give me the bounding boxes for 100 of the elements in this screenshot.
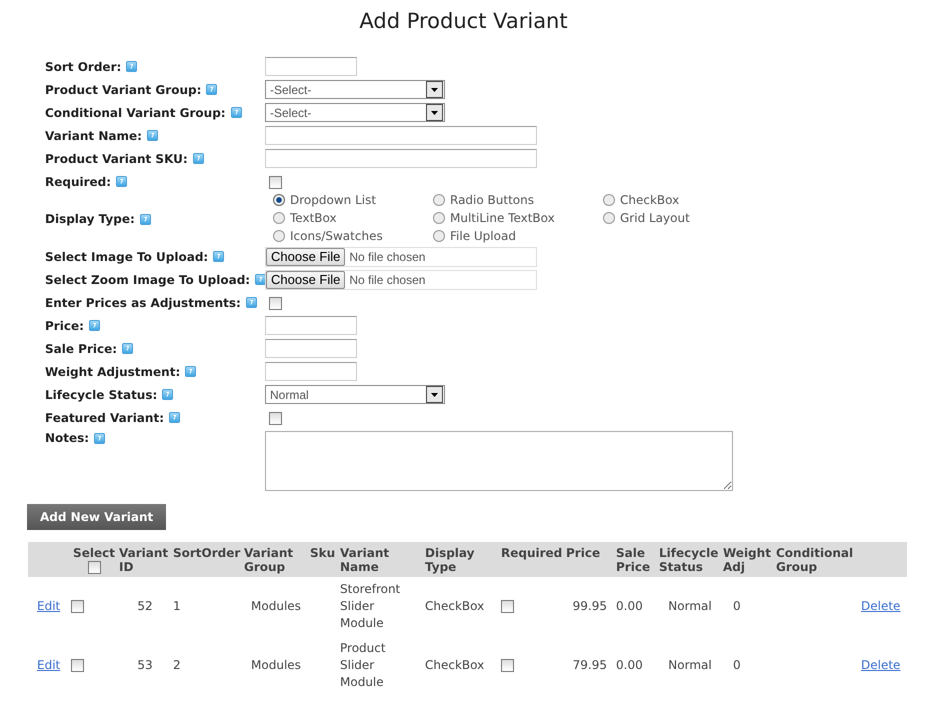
field-label: Notes: (45, 431, 90, 445)
field-label: Product Variant SKU: (45, 152, 188, 166)
radio-label[interactable]: Radio Buttons (450, 193, 534, 207)
help-icon[interactable] (213, 251, 224, 262)
help-icon[interactable] (246, 297, 257, 308)
radio-button[interactable] (433, 212, 445, 224)
help-icon[interactable] (94, 432, 106, 444)
radio-label[interactable]: TextBox (290, 211, 337, 225)
table-cell: Modules (251, 599, 301, 614)
choose-file-button[interactable]: Choose File (266, 248, 346, 266)
column-header: Variant Name (340, 546, 390, 574)
delete-link[interactable]: Delete (853, 599, 900, 614)
field-label: Lifecycle Status: (45, 388, 158, 402)
field-label: Conditional Variant Group: (45, 106, 226, 120)
help-icon[interactable] (122, 343, 134, 354)
column-header: Sku (310, 546, 336, 560)
help-icon[interactable] (206, 84, 218, 95)
notes-field[interactable] (265, 431, 733, 491)
input-field[interactable] (265, 126, 537, 145)
caret-icon (431, 110, 438, 114)
table-cell-text: 0 (732, 658, 741, 672)
table-cell: CheckBox (425, 599, 484, 614)
radio-label[interactable]: Dropdown List (290, 193, 376, 207)
radio-button[interactable] (603, 212, 615, 224)
table-cell: Modules (251, 658, 301, 672)
radio-button[interactable] (273, 212, 285, 224)
field-label: Select Zoom Image To Upload: (45, 272, 250, 286)
radio-button[interactable] (433, 230, 445, 242)
edit-link[interactable]: Edit (29, 599, 60, 614)
radio-label[interactable]: File Upload (450, 229, 516, 243)
column-header: Display Type (425, 546, 474, 574)
field-label: Featured Variant: (45, 410, 164, 424)
table-cell-text: Storefront Slider Module (340, 581, 402, 632)
help-icon[interactable] (140, 214, 151, 224)
help-icon[interactable] (146, 130, 158, 141)
field-label: Select Image To Upload: (45, 250, 208, 264)
radio-button[interactable] (273, 194, 285, 206)
dropdown[interactable]: -Select- (265, 103, 445, 122)
column-header: Select (73, 546, 115, 560)
dropdown[interactable]: Normal (265, 385, 445, 404)
input-field[interactable] (265, 57, 357, 76)
checkbox[interactable] (269, 297, 282, 310)
caret-icon (431, 88, 438, 92)
radio-label[interactable]: CheckBox (620, 193, 680, 207)
table-cell: 0.00 (616, 599, 643, 614)
input-field[interactable] (265, 316, 357, 335)
input-field[interactable] (265, 339, 357, 358)
column-header: Lifecycle Status (659, 546, 718, 574)
help-icon[interactable] (230, 107, 242, 118)
checkbox[interactable] (269, 176, 282, 189)
help-icon[interactable] (192, 153, 204, 164)
add-variant-button[interactable]: Add New Variant (27, 504, 166, 530)
field-label: Required: (45, 174, 112, 188)
row-checkbox[interactable] (71, 659, 84, 672)
checkbox[interactable] (269, 412, 282, 425)
field-label: Weight Adjustment: (45, 364, 180, 378)
radio-button[interactable] (273, 230, 285, 242)
help-icon[interactable] (255, 274, 266, 285)
help-icon[interactable] (88, 320, 100, 331)
field-label: Price: (45, 318, 84, 332)
field-label: Display Type: (45, 212, 135, 226)
field-label: Sort Order: (45, 60, 122, 74)
row-checkbox[interactable] (71, 600, 84, 614)
table-cell: 2 (173, 658, 181, 672)
column-header: Variant ID (119, 546, 168, 574)
column-header: Weight Adj (723, 546, 771, 574)
help-icon[interactable] (169, 412, 180, 423)
field-label: Enter Prices as Adjustments: (45, 296, 241, 310)
required-checkbox[interactable] (501, 600, 514, 614)
table-cell-text: 0 (732, 599, 741, 614)
help-icon[interactable] (162, 389, 174, 400)
table-cell: CheckBox (425, 658, 484, 672)
file-status: No file chosen (349, 250, 426, 264)
table-cell: 53 (137, 658, 153, 672)
table-cell: 52 (137, 599, 153, 614)
required-checkbox[interactable] (501, 659, 514, 672)
edit-link[interactable]: Edit (29, 658, 60, 672)
table-cell-text: Product Slider Module (340, 640, 387, 692)
table-cell: 1 (173, 599, 181, 614)
help-icon[interactable] (126, 61, 138, 72)
input-field[interactable] (265, 362, 357, 381)
radio-button[interactable] (433, 194, 445, 206)
choose-file-button[interactable]: Choose File (266, 270, 346, 288)
radio-label[interactable]: Grid Layout (620, 211, 690, 225)
help-icon[interactable] (116, 176, 128, 187)
delete-link[interactable]: Delete (853, 658, 900, 672)
radio-button[interactable] (603, 194, 615, 206)
radio-label[interactable]: Icons/Swatches (290, 229, 383, 243)
column-header: Variant Group (244, 546, 294, 574)
field-label: Product Variant Group: (45, 82, 202, 96)
field-label: Variant Name: (45, 128, 142, 142)
table-cell: Normal (668, 658, 712, 672)
dropdown[interactable]: -Select- (265, 80, 445, 99)
select-all-checkbox[interactable] (88, 561, 100, 574)
radio-label[interactable]: MultiLine TextBox (450, 211, 555, 225)
field-label: Sale Price: (45, 342, 118, 356)
file-status: No file chosen (349, 272, 426, 286)
help-icon[interactable] (185, 366, 196, 377)
page-title: Add Product Variant (358, 8, 569, 35)
input-field[interactable] (265, 149, 537, 168)
